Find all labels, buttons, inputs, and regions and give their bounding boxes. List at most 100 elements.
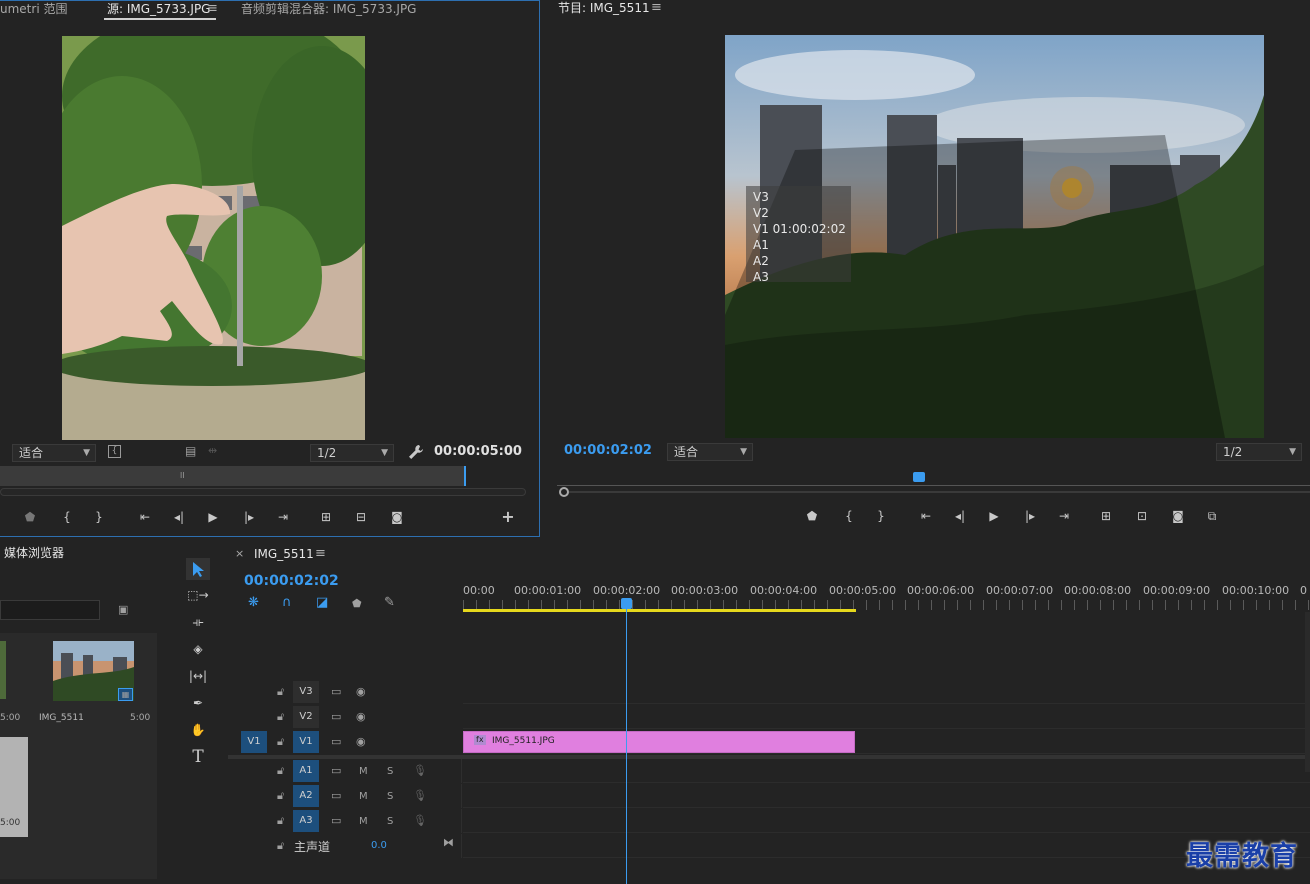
add-button-icon[interactable]: +: [498, 508, 518, 526]
track-target-a1[interactable]: A1: [293, 760, 319, 782]
program-zoom-select[interactable]: 1/2 ▼: [1216, 443, 1302, 461]
lock-icon[interactable]: 🔓︎: [277, 839, 284, 853]
lock-icon[interactable]: 🔓︎: [277, 764, 284, 778]
mic-icon[interactable]: 🎙︎: [413, 814, 427, 828]
go-to-in-icon[interactable]: ⇤: [135, 508, 155, 526]
play-icon[interactable]: ▶: [203, 508, 223, 526]
go-to-end-icon[interactable]: ⧓: [443, 836, 454, 850]
play-icon[interactable]: ▶: [984, 507, 1004, 525]
lock-icon[interactable]: 🔓︎: [277, 789, 284, 803]
go-to-out-icon[interactable]: ⇥: [273, 508, 293, 526]
type-tool-icon[interactable]: T: [186, 746, 210, 768]
timeline-playhead-head[interactable]: [621, 598, 632, 609]
source-time-ruler[interactable]: [0, 466, 466, 486]
track-target-a3[interactable]: A3: [293, 810, 319, 832]
sync-lock-icon[interactable]: ▭: [331, 814, 341, 828]
program-scrollbar[interactable]: [569, 491, 1310, 493]
timeline-vertical-scroll[interactable]: [1305, 612, 1310, 772]
program-timecode[interactable]: 00:00:02:02: [564, 443, 652, 459]
search-input[interactable]: [0, 600, 100, 620]
tab-lumetri-scopes[interactable]: umetri 范围: [0, 1, 67, 17]
program-panel-menu-icon[interactable]: ≡: [651, 0, 662, 15]
source-patch-v1[interactable]: V1: [241, 731, 267, 753]
new-bin-icon[interactable]: ▣: [118, 603, 128, 617]
razor-tool-icon[interactable]: ◈: [186, 638, 210, 660]
wrench-icon[interactable]: [408, 444, 424, 463]
export-frame-icon[interactable]: ◙: [387, 508, 407, 526]
sync-lock-icon[interactable]: ▭: [331, 685, 341, 699]
export-frame-icon[interactable]: ◙: [1168, 507, 1188, 525]
clip-thumb-partial[interactable]: [0, 641, 6, 699]
master-volume-value[interactable]: 0.0: [371, 840, 387, 851]
timeline-settings-wrench-icon[interactable]: ✎: [384, 596, 395, 610]
mark-in-icon[interactable]: {: [839, 507, 859, 525]
add-marker-icon[interactable]: ⬟: [802, 507, 822, 525]
insert-icon[interactable]: ⊞: [316, 508, 336, 526]
lock-icon[interactable]: 🔓︎: [277, 710, 284, 724]
tab-source[interactable]: 源: IMG_5733.JPG: [107, 1, 210, 17]
close-tab-icon[interactable]: ×: [235, 547, 244, 560]
tab-timeline[interactable]: IMG_5511: [254, 546, 314, 562]
sync-lock-icon[interactable]: ▭: [331, 710, 341, 724]
source-panel-menu-icon[interactable]: ≡: [207, 1, 218, 16]
comparison-view-icon[interactable]: ⧉: [1202, 507, 1222, 525]
source-zoom-select[interactable]: 1/2 ▼: [310, 444, 394, 462]
add-marker-icon[interactable]: ⬟: [352, 597, 362, 611]
program-playhead[interactable]: [913, 472, 925, 482]
tab-media-browser[interactable]: 媒体浏览器: [4, 545, 64, 561]
solo-button-a2[interactable]: S: [387, 790, 393, 804]
lane-a1[interactable]: [463, 759, 1310, 783]
lane-a3[interactable]: [463, 809, 1310, 833]
eye-icon[interactable]: ◉: [356, 710, 366, 724]
ripple-edit-tool-icon[interactable]: ⟛: [186, 611, 210, 633]
mute-button-a2[interactable]: M: [359, 790, 368, 804]
timeline-menu-icon[interactable]: ≡: [315, 546, 326, 561]
go-to-in-icon[interactable]: ⇤: [916, 507, 936, 525]
track-select-tool-icon[interactable]: ⬚→: [186, 584, 210, 606]
lock-icon[interactable]: 🔓︎: [277, 685, 284, 699]
track-target-a2[interactable]: A2: [293, 785, 319, 807]
mute-button-a1[interactable]: M: [359, 765, 368, 779]
lock-icon[interactable]: 🔓︎: [277, 814, 284, 828]
drag-video-icon[interactable]: ▤: [185, 444, 196, 458]
settings-bracket-icon[interactable]: {: [108, 445, 121, 458]
mute-button-a3[interactable]: M: [359, 815, 368, 829]
program-time-ruler[interactable]: [557, 472, 1310, 486]
solo-button-a1[interactable]: S: [387, 765, 393, 779]
tab-program[interactable]: 节目: IMG_5511: [558, 0, 650, 16]
program-zoom-handle[interactable]: [559, 487, 569, 497]
extract-icon[interactable]: ⊡: [1132, 507, 1152, 525]
track-target-v3[interactable]: V3: [293, 681, 319, 703]
sync-lock-icon[interactable]: ▭: [331, 764, 341, 778]
add-marker-icon[interactable]: ⬟: [20, 508, 40, 526]
overwrite-icon[interactable]: ⊟: [351, 508, 371, 526]
lock-icon[interactable]: 🔓︎: [277, 735, 284, 749]
mic-icon[interactable]: 🎙︎: [413, 764, 427, 778]
timeline-timecode[interactable]: 00:00:02:02: [244, 573, 339, 589]
lane-v3[interactable]: [463, 680, 1310, 704]
eye-icon[interactable]: ◉: [356, 685, 366, 699]
source-scrollbar[interactable]: [0, 488, 526, 496]
mic-icon[interactable]: 🎙︎: [413, 789, 427, 803]
lane-master[interactable]: [463, 834, 1310, 858]
track-target-v1[interactable]: V1: [293, 731, 319, 753]
hand-tool-icon[interactable]: ✋: [186, 719, 210, 741]
step-back-icon[interactable]: ◂|: [950, 507, 970, 525]
go-to-out-icon[interactable]: ⇥: [1054, 507, 1074, 525]
solo-button-a3[interactable]: S: [387, 815, 393, 829]
clip-img5511[interactable]: fx IMG_5511.JPG: [463, 731, 855, 753]
pen-tool-icon[interactable]: ✒: [186, 692, 210, 714]
step-forward-icon[interactable]: |▸: [1020, 507, 1040, 525]
mark-in-icon[interactable]: {: [57, 508, 77, 526]
sync-lock-icon[interactable]: ▭: [331, 789, 341, 803]
step-forward-icon[interactable]: |▸: [239, 508, 259, 526]
eye-icon[interactable]: ◉: [356, 735, 366, 749]
track-target-v2[interactable]: V2: [293, 706, 319, 728]
mark-out-icon[interactable]: }: [871, 507, 891, 525]
nest-icon[interactable]: ❋: [248, 596, 259, 610]
program-fit-select[interactable]: 适合 ▼: [667, 443, 753, 461]
selection-tool-icon[interactable]: [186, 558, 210, 580]
snap-icon[interactable]: ∩: [282, 596, 292, 610]
slip-tool-icon[interactable]: |↔|: [186, 665, 210, 687]
lane-a2[interactable]: [463, 784, 1310, 808]
